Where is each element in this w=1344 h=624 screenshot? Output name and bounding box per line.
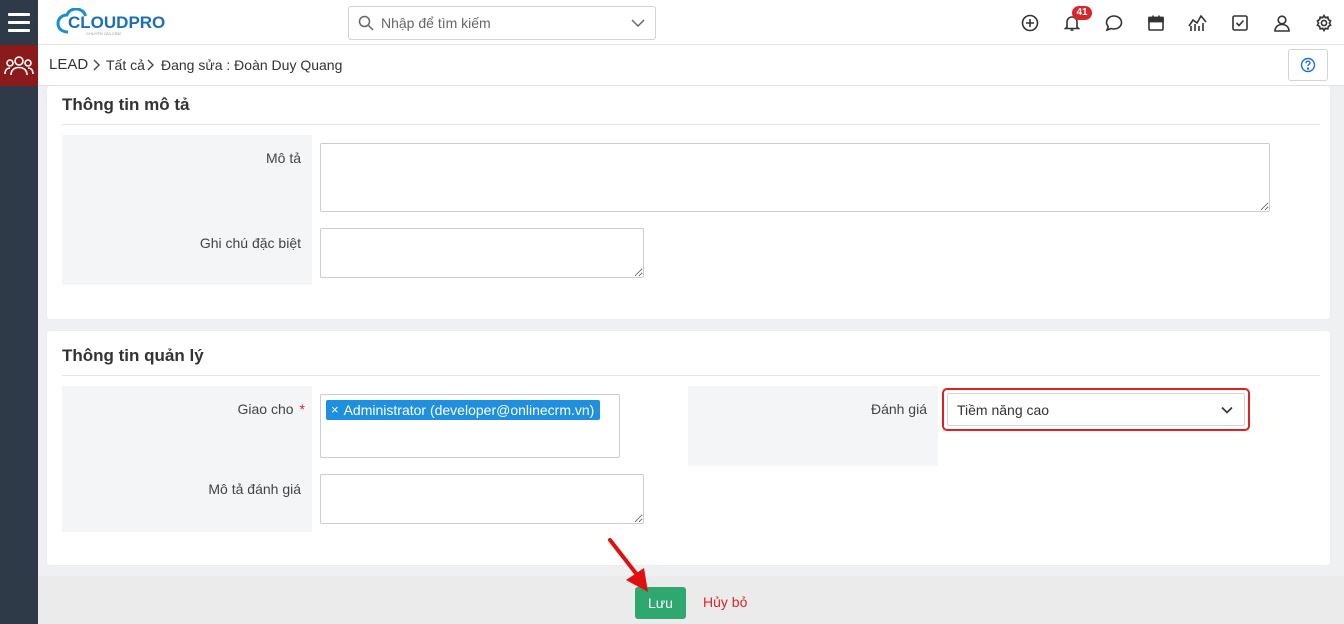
- special-note-label: Ghi chú đặc biệt: [199, 235, 301, 251]
- report-chart-icon[interactable]: [1188, 13, 1208, 33]
- chevron-down-icon: [1221, 406, 1233, 414]
- assigned-user-tag: × Administrator (developer@onlinecrm.vn): [326, 400, 601, 420]
- assigned-to-field[interactable]: × Administrator (developer@onlinecrm.vn): [320, 394, 620, 458]
- section-title: Thông tin quản lý: [62, 346, 204, 365]
- search-icon: [358, 15, 374, 31]
- breadcrumb-list[interactable]: Tất cả: [106, 57, 145, 73]
- add-icon[interactable]: [1020, 13, 1040, 33]
- notification-badge[interactable]: 41: [1072, 6, 1092, 20]
- remove-tag-icon[interactable]: ×: [331, 400, 339, 420]
- top-header: CLOUDPRO CHUYÊN GIA CRM 41: [38, 0, 1344, 45]
- hamburger-menu-icon[interactable]: [0, 0, 38, 45]
- assigned-to-label-text: Giao cho: [237, 401, 294, 417]
- section-divider: [62, 124, 1320, 125]
- search-input[interactable]: [381, 7, 621, 39]
- chat-icon[interactable]: [1104, 13, 1124, 33]
- rating-description-label: Mô tả đánh giá: [208, 481, 301, 497]
- rating-select-value: Tiềm năng cao: [957, 402, 1050, 418]
- assigned-user-tag-label: Administrator (developer@onlinecrm.vn): [343, 402, 595, 418]
- description-textarea[interactable]: [320, 143, 1270, 212]
- management-section: Thông tin quản lý Giao cho * × Administra…: [47, 331, 1330, 565]
- chevron-right-icon: [147, 59, 154, 71]
- logo-wordmark: CLOUDPRO: [68, 13, 165, 32]
- settings-gear-icon[interactable]: [1314, 13, 1334, 33]
- breadcrumb-module[interactable]: LEAD: [49, 56, 88, 73]
- rating-label: Đánh giá: [870, 401, 927, 417]
- description-section: Thông tin mô tả Mô tả Ghi chú đặc biệt: [47, 86, 1330, 319]
- breadcrumb: LEAD Tất cả Đang sửa : Đoàn Duy Quang: [38, 45, 1344, 86]
- assigned-to-label: Giao cho *: [238, 401, 306, 417]
- form-footer: Lưu Hủy bỏ: [38, 576, 1344, 624]
- chevron-down-icon[interactable]: [631, 18, 645, 28]
- description-label: Mô tả: [265, 150, 301, 166]
- rating-select[interactable]: Tiềm năng cao: [947, 393, 1245, 426]
- required-mark: *: [299, 401, 305, 417]
- cancel-link[interactable]: Hủy bỏ: [703, 594, 747, 610]
- calendar-icon[interactable]: [1146, 13, 1166, 33]
- special-note-textarea[interactable]: [320, 228, 644, 278]
- section-divider: [62, 375, 1320, 376]
- lead-module-icon[interactable]: [0, 45, 38, 86]
- rating-description-textarea[interactable]: [320, 474, 644, 524]
- chevron-right-icon: [93, 59, 100, 71]
- breadcrumb-current: Đang sửa : Đoàn Duy Quang: [161, 57, 343, 73]
- cloudpro-logo[interactable]: CLOUDPRO CHUYÊN GIA CRM: [54, 7, 174, 38]
- user-profile-icon[interactable]: [1272, 13, 1292, 33]
- logo-tagline: CHUYÊN GIA CRM: [86, 31, 121, 36]
- section-title: Thông tin mô tả: [62, 95, 190, 114]
- global-search[interactable]: [348, 6, 656, 40]
- help-button[interactable]: [1288, 49, 1328, 81]
- left-rail: [0, 0, 38, 624]
- help-question-icon: [1300, 57, 1316, 73]
- label-column: [688, 386, 938, 466]
- save-button[interactable]: Lưu: [635, 587, 686, 619]
- task-check-icon[interactable]: [1230, 13, 1250, 33]
